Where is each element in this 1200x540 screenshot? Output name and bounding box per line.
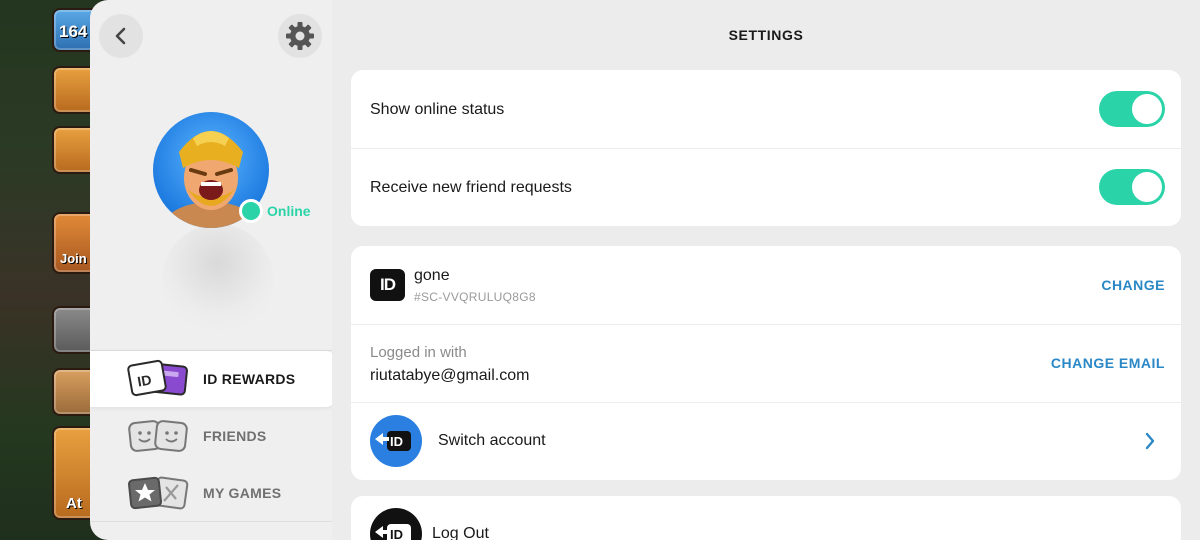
show-online-status-toggle[interactable] (1099, 91, 1165, 127)
sidebar-item-id-rewards[interactable]: ID ID REWARDS (90, 351, 332, 407)
logged-in-row: Logged in with riutatabye@gmail.com CHAN… (351, 325, 1181, 402)
account-email: riutatabye@gmail.com (370, 367, 530, 384)
id-rewards-icon: ID (127, 359, 188, 397)
show-online-status-label: Show online status (370, 101, 505, 118)
join-label: Join (60, 251, 87, 266)
avatar-pedestal (162, 224, 274, 336)
privacy-settings-card: Show online status Receive new friend re… (351, 70, 1181, 226)
back-button[interactable] (99, 14, 143, 58)
change-name-button[interactable]: CHANGE (1101, 277, 1165, 293)
id-badge-text: ID (380, 275, 396, 294)
settings-main: SETTINGS Show online status Receive new … (332, 0, 1200, 540)
friends-icon (128, 420, 188, 452)
sidebar-item-my-games[interactable]: MY GAMES (90, 465, 332, 521)
gear-icon (286, 22, 314, 50)
logout-icon: ID (370, 508, 422, 540)
switch-account-icon: ID (370, 415, 422, 467)
sidebar-item-friends[interactable]: FRIENDS (90, 408, 332, 464)
my-games-icon (128, 476, 189, 510)
logged-in-label: Logged in with (370, 344, 467, 361)
account-username: gone (414, 267, 450, 284)
profile-sidebar: Online ID ID REWARDS FRIENDS MY GAMES (90, 0, 332, 540)
switch-account-row[interactable]: ID Switch account (351, 403, 1181, 480)
trophy-count: 164 (59, 22, 88, 41)
account-card: ID gone #SC-VVQRULUQ8G8 CHANGE Logged in… (351, 246, 1181, 480)
receive-friend-requests-label: Receive new friend requests (370, 179, 572, 196)
chevron-right-icon (1145, 432, 1155, 450)
nav-divider (90, 521, 332, 522)
receive-friend-requests-toggle[interactable] (1099, 169, 1165, 205)
svg-text:ID: ID (390, 527, 403, 540)
account-id-row: ID gone #SC-VVQRULUQ8G8 CHANGE (351, 246, 1181, 324)
page-title: SETTINGS (728, 27, 804, 43)
logout-label: Log Out (432, 525, 489, 540)
logout-row[interactable]: ID Log Out (351, 496, 1181, 540)
account-tag: #SC-VVQRULUQ8G8 (414, 290, 536, 304)
receive-friend-requests-row: Receive new friend requests (351, 149, 1181, 226)
game-background: 164 Join At (0, 0, 100, 540)
id-badge-icon: ID (370, 269, 405, 301)
sidebar-item-label: ID REWARDS (203, 371, 296, 387)
svg-text:ID: ID (390, 434, 403, 449)
chevron-left-icon (115, 27, 126, 45)
online-status-dot (239, 199, 263, 223)
online-status-label: Online (267, 203, 311, 219)
show-online-status-row: Show online status (351, 70, 1181, 148)
attack-label: At (66, 495, 82, 512)
toggle-knob (1132, 172, 1162, 202)
toggle-knob (1132, 94, 1162, 124)
switch-account-label: Switch account (438, 432, 546, 449)
change-email-button[interactable]: CHANGE EMAIL (1051, 355, 1165, 371)
sidebar-item-label: MY GAMES (203, 485, 282, 501)
svg-text:ID: ID (136, 371, 153, 389)
settings-button[interactable] (278, 14, 322, 58)
sidebar-item-label: FRIENDS (203, 428, 267, 444)
